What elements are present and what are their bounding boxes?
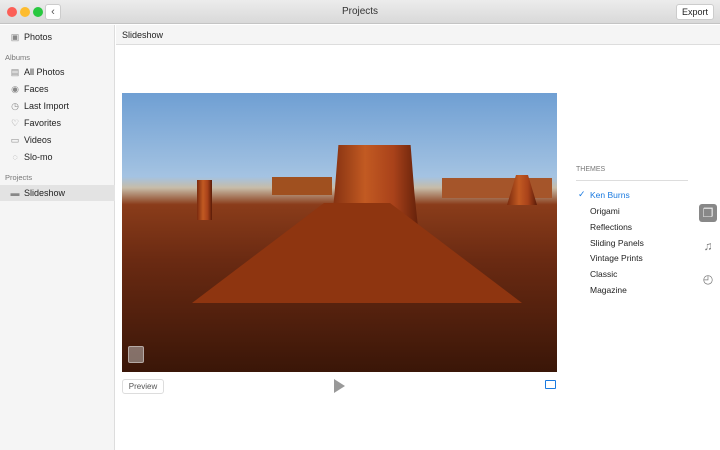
music-icon: ♫ (703, 239, 713, 253)
video-icon: ▭ (10, 135, 20, 145)
export-button[interactable]: Export (675, 4, 714, 20)
sidebar-item-slideshow[interactable]: ▬ Slideshow (0, 185, 115, 201)
theme-reflections[interactable]: Reflections (590, 222, 632, 232)
albums-header: Albums (5, 53, 31, 62)
slomo-icon: ◌ (12, 152, 18, 162)
preview-button[interactable]: Preview (122, 379, 164, 394)
theme-classic[interactable]: Classic (590, 269, 617, 279)
title-bar: ‹ Projects Export (0, 0, 720, 24)
loop-icon[interactable] (545, 380, 556, 389)
theme-sliding-panels[interactable]: Sliding Panels (590, 238, 644, 248)
slideshow-preview-image[interactable] (122, 93, 557, 372)
sidebar-item-label: Slo-mo (24, 152, 53, 162)
theme-origami[interactable]: Origami (590, 206, 620, 216)
heart-icon: ♡ (10, 118, 20, 128)
clock-icon: ◷ (11, 101, 19, 111)
sidebar-item-label: Videos (24, 135, 52, 145)
sidebar-item-photos[interactable]: ▣ Photos (0, 29, 115, 45)
sidebar-item-last-import[interactable]: ◷ Last Import (0, 98, 115, 114)
sidebar-item-faces[interactable]: ◉ Faces (0, 81, 115, 97)
play-button[interactable] (334, 379, 345, 393)
music-tab-button[interactable]: ♫ (699, 237, 717, 255)
sidebar-item-label: Last Import (24, 101, 70, 111)
themes-tab-button[interactable]: ❐ (699, 204, 717, 222)
sidebar-item-all-photos[interactable]: ▤ All Photos (0, 64, 115, 80)
content-header: Slideshow (116, 25, 720, 45)
slideshow-icon: ▬ (10, 188, 20, 198)
themes-header: THEMES (576, 166, 606, 173)
photos-icon: ▣ (10, 32, 20, 42)
projects-header: Projects (5, 173, 33, 182)
photos-icon: ▤ (10, 67, 20, 77)
checkmark-icon: ✓ (578, 189, 586, 199)
sidebar-item-label: Faces (24, 84, 49, 94)
window-title: Projects (341, 6, 379, 17)
sidebar-item-label: All Photos (24, 67, 65, 77)
face-icon: ◉ (11, 84, 19, 94)
divider (576, 180, 688, 181)
theme-ken-burns[interactable]: Ken Burns (590, 190, 630, 200)
duration-tab-button[interactable]: ◴ (699, 270, 717, 288)
sidebar-item-slo-mo[interactable]: ◌ Slo-mo (0, 149, 115, 165)
timer-icon: ◴ (702, 272, 714, 286)
sidebar-item-favorites[interactable]: ♡ Favorites (0, 115, 115, 131)
photo-options-icon[interactable] (128, 346, 144, 363)
theme-vintage-prints[interactable]: Vintage Prints (590, 253, 643, 263)
themes-icon: ❐ (702, 206, 714, 220)
sidebar-item-videos[interactable]: ▭ Videos (0, 132, 115, 148)
theme-magazine[interactable]: Magazine (590, 285, 627, 295)
sidebar: ▣ Photos Albums ▤ All Photos ◉ Faces ◷ Last … (0, 25, 115, 450)
sidebar-item-label: Photos (24, 32, 53, 42)
sidebar-item-label: Slideshow (24, 188, 66, 198)
sidebar-item-label: Favorites (24, 118, 62, 128)
